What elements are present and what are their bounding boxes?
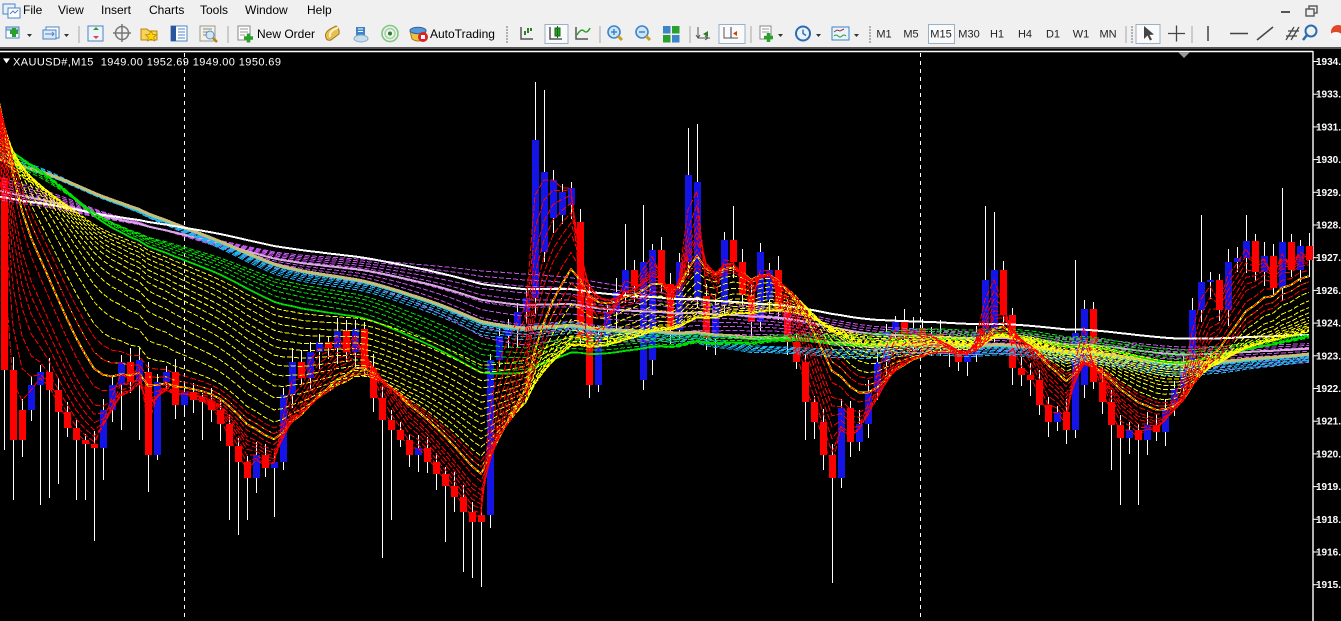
svg-text:H4: H4 [1018,29,1032,41]
svg-text:AutoTrading: AutoTrading [430,27,495,41]
svg-text:1926.60: 1926.60 [1316,286,1341,297]
svg-text:D1: D1 [1046,29,1060,41]
svg-text:1933.60: 1933.60 [1316,90,1341,101]
svg-text:1934.60: 1934.60 [1316,57,1341,68]
svg-text:1930.60: 1930.60 [1316,155,1341,166]
svg-text:1920.60: 1920.60 [1316,449,1341,460]
svg-text:1921.60: 1921.60 [1316,417,1341,428]
svg-text:1929.60: 1929.60 [1316,188,1341,199]
svg-text:1918.60: 1918.60 [1316,515,1341,526]
svg-text:1919.60: 1919.60 [1316,482,1341,493]
svg-text:1931.60: 1931.60 [1316,122,1341,133]
svg-text:H1: H1 [990,29,1004,41]
svg-text:1922.60: 1922.60 [1316,384,1341,395]
svg-text:1923.60: 1923.60 [1316,351,1341,362]
svg-text:MN: MN [1099,29,1116,41]
svg-text:1924.60: 1924.60 [1316,319,1341,330]
svg-text:M15: M15 [930,29,951,41]
svg-text:1915.60: 1915.60 [1316,580,1341,591]
svg-text:M5: M5 [903,29,918,41]
svg-text:M30: M30 [958,29,979,41]
svg-text:W1: W1 [1073,29,1090,41]
svg-text:1927.60: 1927.60 [1316,253,1341,264]
svg-text:1928.60: 1928.60 [1316,221,1341,232]
svg-text:M1: M1 [876,29,891,41]
svg-text:New Order: New Order [257,27,315,41]
svg-text:XAUUSD#,M15 1949.00 1952.69 1: XAUUSD#,M15 1949.00 1952.69 1949.00 1950… [13,56,281,68]
svg-text:1916.60: 1916.60 [1316,548,1341,559]
